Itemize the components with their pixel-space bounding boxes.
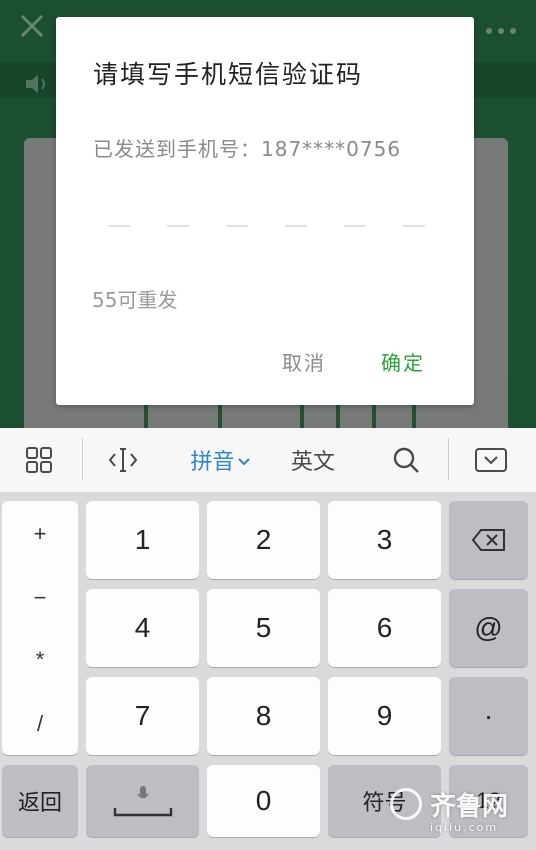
microphone-icon [136, 786, 149, 799]
key-5[interactable]: 5 [207, 589, 320, 667]
key-0[interactable]: 0 [207, 765, 320, 837]
key-7[interactable]: 7 [86, 677, 199, 755]
key-3[interactable]: 3 [328, 501, 441, 579]
watermark: 齐鲁网 iqilu.com [392, 786, 508, 834]
key-8[interactable]: 8 [207, 677, 320, 755]
keyboard-hide-icon[interactable] [460, 428, 522, 492]
chevron-down-icon [237, 448, 250, 473]
code-slot[interactable] [108, 225, 130, 227]
symbol-minus-key[interactable]: − [2, 585, 78, 611]
dot-key[interactable]: · [449, 677, 528, 755]
code-slot[interactable] [167, 225, 189, 227]
backspace-icon [471, 529, 505, 551]
toolbar-divider [82, 438, 83, 480]
toolbar-divider [448, 438, 449, 480]
key-6[interactable]: 6 [328, 589, 441, 667]
space-bar-icon [113, 808, 172, 817]
key-9[interactable]: 9 [328, 677, 441, 755]
code-slot[interactable] [226, 225, 248, 227]
key-1[interactable]: 1 [86, 501, 199, 579]
symbol-plus-key[interactable]: + [2, 521, 78, 547]
pinyin-label: 拼音 [190, 450, 235, 475]
dialog-title: 请填写手机短信验证码 [93, 60, 364, 89]
code-slot[interactable] [344, 225, 366, 227]
confirm-button[interactable]: 确定 [381, 347, 425, 376]
search-icon[interactable] [378, 428, 434, 492]
pinyin-mode-tab[interactable]: 拼音 [180, 428, 260, 492]
symbol-column[interactable]: + − * / [2, 501, 78, 755]
backspace-key[interactable] [449, 501, 528, 579]
code-slot[interactable] [403, 225, 425, 227]
resend-countdown: 55可重发 [92, 288, 178, 312]
at-key[interactable]: @ [449, 589, 528, 667]
watermark-brand: 齐鲁网 [430, 792, 509, 822]
cancel-button[interactable]: 取消 [282, 347, 326, 376]
english-mode-tab[interactable]: 英文 [278, 428, 348, 492]
key-4[interactable]: 4 [86, 589, 199, 667]
cursor-move-icon[interactable] [92, 428, 154, 492]
code-input[interactable] [108, 225, 428, 227]
symbol-slash-key[interactable]: / [2, 711, 78, 737]
watermark-domain: iqilu.com [430, 821, 499, 834]
symbol-asterisk-key[interactable]: * [2, 647, 78, 673]
grid-icon[interactable] [0, 428, 78, 492]
code-slot[interactable] [285, 225, 307, 227]
key-2[interactable]: 2 [207, 501, 320, 579]
sms-verification-dialog: 请填写手机短信验证码 已发送到手机号：187****0756 55可重发 取消 … [56, 17, 474, 405]
back-key[interactable]: 返回 [2, 765, 78, 837]
space-key[interactable] [86, 765, 199, 837]
sent-to-phone-label: 已发送到手机号：187****0756 [93, 137, 402, 161]
keyboard-toolbar: 拼音 英文 [0, 428, 536, 493]
